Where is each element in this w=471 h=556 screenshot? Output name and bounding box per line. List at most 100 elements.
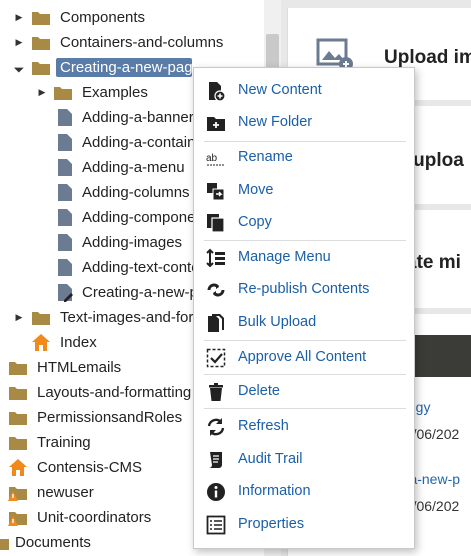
document-icon xyxy=(58,184,72,201)
folder-icon xyxy=(32,62,50,75)
card-title: Upload im xyxy=(384,47,471,68)
menu-item-label: New Folder xyxy=(238,114,313,130)
rename-icon: ab xyxy=(206,153,225,166)
chevron-right-icon[interactable]: ▶ xyxy=(14,305,24,330)
home-icon xyxy=(32,334,50,351)
tree-node-label[interactable]: Adding-text-content xyxy=(82,258,194,277)
tree-node-label[interactable]: Adding-a-container xyxy=(82,133,194,152)
folder-icon xyxy=(54,87,72,100)
tree-node-label[interactable]: newuser xyxy=(37,483,94,502)
copy-icon xyxy=(207,214,225,233)
tree-node-label-selected[interactable]: Creating-a-new-page xyxy=(56,58,192,77)
tree-node-label[interactable]: Index xyxy=(60,333,97,352)
menu-item-delete[interactable]: Delete xyxy=(194,377,414,405)
tree-node-label[interactable]: Documents xyxy=(15,533,91,552)
menu-item-new-content[interactable]: New Content xyxy=(194,76,414,104)
chevron-down-icon[interactable]: ◢ xyxy=(7,55,32,80)
context-menu: New Content New Folder ab Rename Move Co… xyxy=(193,67,415,549)
document-icon xyxy=(58,159,72,176)
document-icon xyxy=(58,134,72,151)
folder-icon xyxy=(32,12,50,25)
document-icon xyxy=(58,109,72,126)
approve-icon xyxy=(206,348,226,368)
new-folder-icon xyxy=(207,117,225,131)
menu-item-properties[interactable]: Properties xyxy=(194,510,414,538)
manage-menu-icon xyxy=(206,248,225,268)
menu-item-label: Properties xyxy=(238,516,305,532)
document-icon xyxy=(58,234,72,251)
document-edit-icon xyxy=(58,284,73,302)
menu-separator xyxy=(204,408,406,409)
tree-node-label[interactable]: Contensis-CMS xyxy=(37,458,142,477)
menu-item-refresh[interactable]: Refresh xyxy=(194,412,414,440)
tree-node-label[interactable]: Adding-images xyxy=(82,233,194,252)
tree-node-label[interactable]: Training xyxy=(37,433,91,452)
tree-node-components[interactable]: ▶ Components xyxy=(0,5,264,30)
bulk-upload-icon xyxy=(208,314,224,332)
trash-icon xyxy=(209,383,223,401)
menu-separator xyxy=(204,141,406,142)
menu-item-label: Delete xyxy=(238,383,280,399)
menu-item-label: Manage Menu xyxy=(238,249,331,265)
refresh-icon xyxy=(207,418,225,436)
tree-node-label[interactable]: Examples xyxy=(82,83,148,102)
menu-item-label: New Content xyxy=(238,82,322,98)
folder-icon xyxy=(9,362,27,375)
menu-item-information[interactable]: Information xyxy=(194,477,414,505)
tree-node-label[interactable]: Adding-columns xyxy=(82,183,194,202)
tree-node-label[interactable]: Adding-a-banner xyxy=(82,108,194,127)
menu-item-label: Approve All Content xyxy=(238,349,367,365)
menu-item-label: Refresh xyxy=(238,418,289,434)
folder-icon xyxy=(9,412,27,425)
tree-node-label[interactable]: Adding-components xyxy=(82,208,194,227)
menu-item-move[interactable]: Move xyxy=(194,176,414,204)
chevron-right-icon[interactable]: ▶ xyxy=(14,30,24,55)
menu-item-label: Audit Trail xyxy=(238,451,303,467)
folder-icon xyxy=(9,437,27,450)
menu-item-label: Information xyxy=(238,483,311,499)
chevron-right-icon[interactable]: ▶ xyxy=(14,5,24,30)
menu-item-label: Rename xyxy=(238,149,293,165)
tree-node-label[interactable]: Containers-and-columns xyxy=(60,33,223,52)
republish-icon xyxy=(207,283,225,297)
home-icon xyxy=(9,459,27,476)
menu-item-rename[interactable]: ab Rename xyxy=(194,143,414,171)
menu-item-audit-trail[interactable]: Audit Trail xyxy=(194,445,414,473)
move-icon xyxy=(207,183,225,201)
menu-item-new-folder[interactable]: New Folder xyxy=(194,108,414,136)
menu-item-republish-contents[interactable]: Re-publish Contents xyxy=(194,275,414,303)
tree-node-label[interactable]: Components xyxy=(60,8,145,27)
menu-separator xyxy=(204,340,406,341)
menu-item-bulk-upload[interactable]: Bulk Upload xyxy=(194,308,414,336)
tree-node-label[interactable]: HTMLemails xyxy=(37,358,121,377)
new-content-icon xyxy=(209,82,226,101)
menu-item-label: Move xyxy=(238,182,274,198)
tree-node-label[interactable]: Text-images-and-formatting xyxy=(60,308,194,327)
folder-icon xyxy=(32,37,50,50)
folder-warning-icon xyxy=(8,512,27,526)
menu-item-label: Bulk Upload xyxy=(238,314,317,330)
menu-item-copy[interactable]: Copy xyxy=(194,208,414,236)
tree-node-label[interactable]: PermissionsandRoles xyxy=(37,408,194,427)
chevron-right-icon[interactable]: ▶ xyxy=(37,80,47,105)
folder-warning-icon xyxy=(8,487,27,501)
svg-text:ab: ab xyxy=(206,153,218,164)
document-icon xyxy=(58,209,72,226)
properties-icon xyxy=(206,515,226,535)
tree-node-label[interactable]: Layouts-and-formatting xyxy=(37,383,194,402)
menu-separator xyxy=(204,374,406,375)
menu-separator xyxy=(204,240,406,241)
tree-node-label[interactable]: Unit-coordinators xyxy=(37,508,151,527)
folder-icon xyxy=(9,387,27,400)
folder-icon xyxy=(0,539,9,550)
tree-node-label[interactable]: Creating-a-new-page xyxy=(82,283,194,302)
tree-node-containers-and-columns[interactable]: ▶ Containers-and-columns xyxy=(0,30,264,55)
info-icon xyxy=(207,483,225,501)
menu-item-manage-menu[interactable]: Manage Menu xyxy=(194,243,414,271)
menu-item-label: Copy xyxy=(238,214,272,230)
document-icon xyxy=(58,259,72,276)
folder-icon xyxy=(32,312,50,325)
menu-item-approve-all-content[interactable]: Approve All Content xyxy=(194,343,414,371)
tree-node-label[interactable]: Adding-a-menu xyxy=(82,158,194,177)
scroll-icon xyxy=(209,452,222,468)
